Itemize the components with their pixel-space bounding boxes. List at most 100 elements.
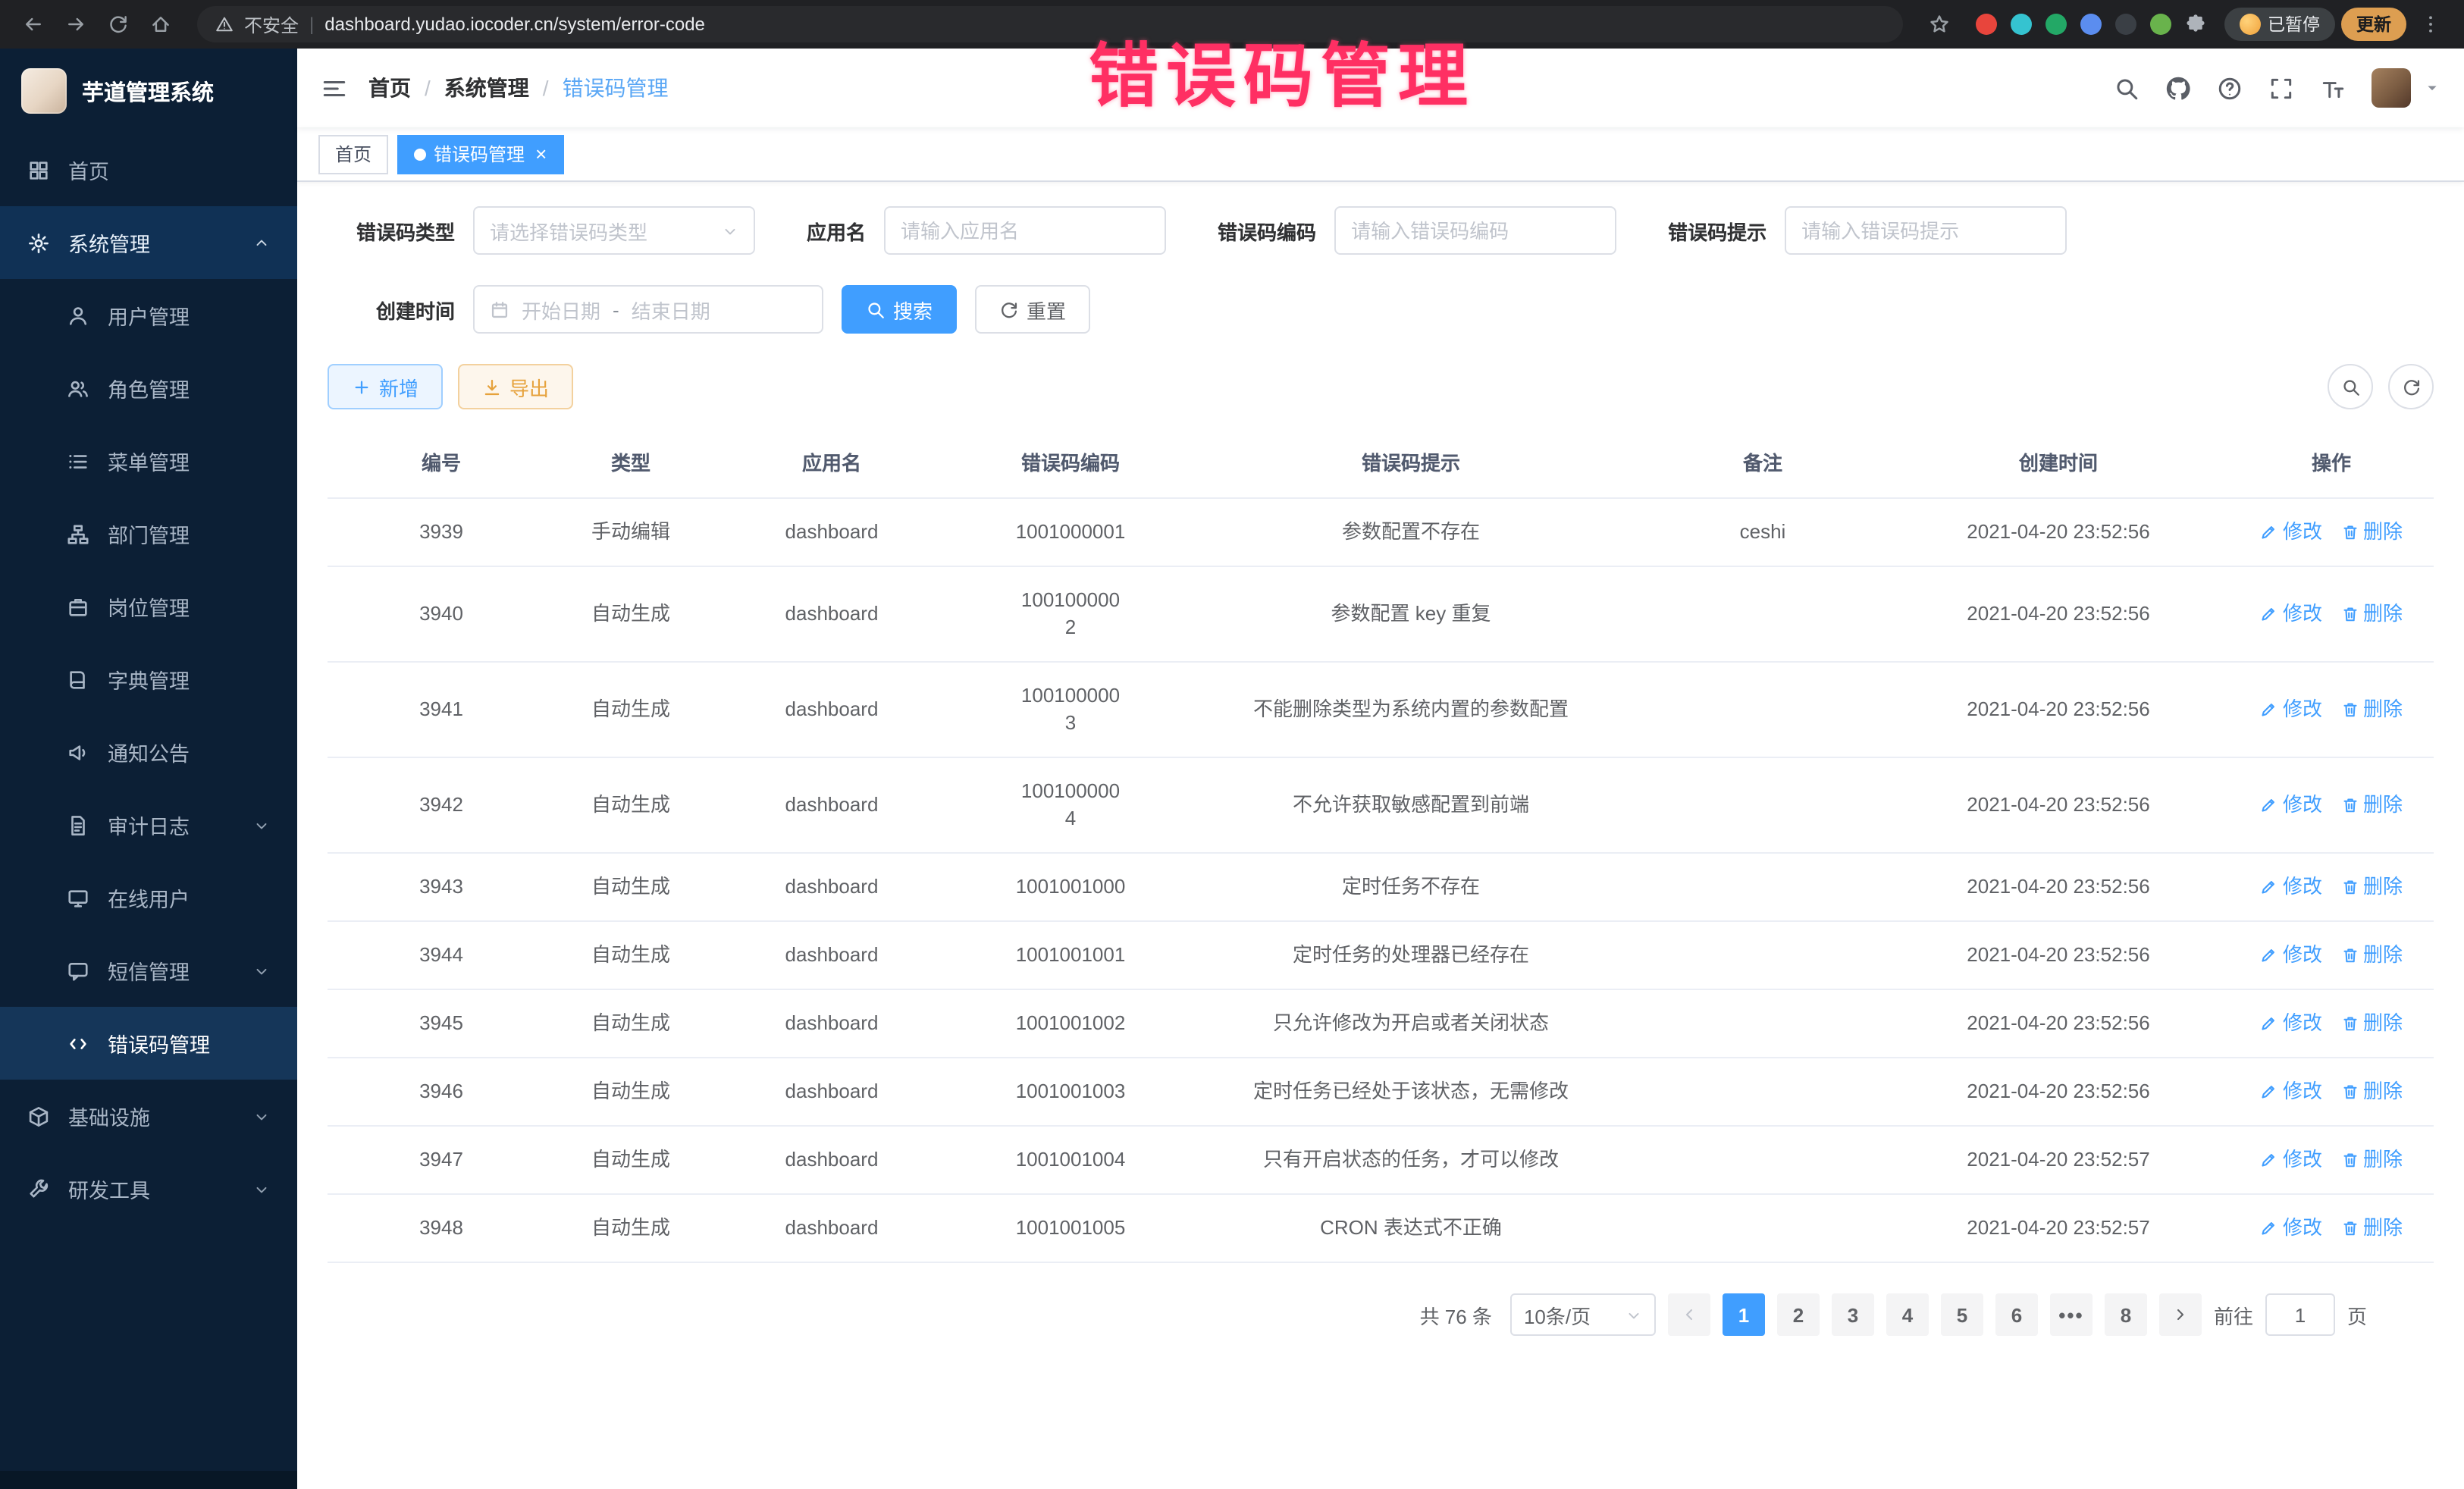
delete-link[interactable]: 删除 [2340,1215,2403,1242]
edit-link[interactable]: 修改 [2260,1078,2322,1105]
filter-date-range[interactable]: 开始日期 - 结束日期 [473,285,823,334]
edit-link[interactable]: 修改 [2260,1010,2322,1037]
page-button-6[interactable]: 6 [1995,1293,2038,1336]
sidebar-item-label: 基础设施 [68,1101,150,1131]
next-page-button[interactable] [2159,1293,2202,1336]
address-bar[interactable]: 不安全 | dashboard.yudao.iocoder.cn/system/… [197,6,1902,42]
delete-link[interactable]: 删除 [2340,519,2403,546]
show-search-button[interactable] [2328,364,2373,409]
browser-back-icon[interactable] [15,6,52,42]
sidebar-item-box[interactable]: 基础设施 [0,1080,297,1152]
sidebar-item-document[interactable]: 审计日志 [0,788,297,861]
filter-app-input[interactable] [884,206,1166,255]
extension-puzzle-icon[interactable] [2184,14,2205,35]
edit-link[interactable]: 修改 [2260,600,2322,628]
trash-icon [2340,946,2359,964]
page-ellipsis[interactable]: ••• [2050,1293,2093,1336]
sidebar-item-gear[interactable]: 系统管理 [0,206,297,279]
table-toolbar: 新增 导出 [328,364,2434,409]
tab-home[interactable]: 首页 [318,134,388,174]
sidebar-item-user[interactable]: 用户管理 [0,279,297,352]
sidebar-item-book[interactable]: 字典管理 [0,643,297,716]
browser-home-icon[interactable] [143,6,179,42]
sidebar-item-menu[interactable]: 菜单管理 [0,425,297,497]
edit-link[interactable]: 修改 [2260,519,2322,546]
reset-button[interactable]: 重置 [975,285,1090,334]
browser-forward-icon[interactable] [58,6,94,42]
logo[interactable]: 芋道管理系统 [0,49,297,133]
extension-blue-grid-icon[interactable] [2080,14,2101,35]
export-button[interactable]: 导出 [458,364,573,409]
page-size-select[interactable]: 10条/页 [1510,1293,1656,1336]
extension-leaf-icon[interactable] [2149,14,2171,35]
help-icon[interactable] [2217,75,2243,101]
page-button-4[interactable]: 4 [1886,1293,1929,1336]
page-button-8[interactable]: 8 [2105,1293,2147,1336]
delete-link[interactable]: 删除 [2340,873,2403,901]
sidebar-toggle-icon[interactable] [321,75,347,101]
menu-book-icon [67,668,89,691]
start-date-placeholder: 开始日期 [522,295,600,324]
edit-link[interactable]: 修改 [2260,942,2322,969]
delete-link[interactable]: 删除 [2340,942,2403,969]
breadcrumb-home[interactable]: 首页 [368,73,411,103]
sidebar-item-users[interactable]: 角色管理 [0,352,297,425]
sidebar-item-monitor[interactable]: 在线用户 [0,861,297,934]
navbar: 首页 / 系统管理 / 错误码管理 [297,49,2464,127]
filter-hint-input[interactable] [1785,206,2067,255]
search-button[interactable]: 搜索 [842,285,957,334]
sidebar-item-megaphone[interactable]: 通知公告 [0,716,297,788]
edit-link[interactable]: 修改 [2260,873,2322,901]
goto-page-input[interactable] [2265,1293,2335,1336]
extension-dark-icon[interactable] [2114,14,2136,35]
sidebar-item-code[interactable]: 错误码管理 [0,1007,297,1080]
font-size-icon[interactable] [2320,75,2346,101]
extension-red-icon[interactable] [1975,14,1996,35]
delete-link[interactable]: 删除 [2340,1010,2403,1037]
prev-page-button[interactable] [1668,1293,1710,1336]
browser-menu-icon[interactable] [2412,6,2449,42]
fullscreen-icon[interactable] [2268,75,2294,101]
sidebar-item-dashboard[interactable]: 首页 [0,133,297,206]
extension-teal-icon[interactable] [2010,14,2031,35]
delete-link[interactable]: 删除 [2340,1146,2403,1174]
extension-green-v-icon[interactable] [2045,14,2066,35]
github-icon[interactable] [2165,75,2191,101]
delete-link[interactable]: 删除 [2340,600,2403,628]
tab-close-icon[interactable]: × [535,143,547,165]
menu-menu-icon [67,450,89,472]
filter-code-input[interactable] [1334,206,1616,255]
trash-icon [2340,605,2359,623]
sidebar-item-badge[interactable]: 岗位管理 [0,570,297,643]
breadcrumb-system[interactable]: 系统管理 [444,73,529,103]
edit-link[interactable]: 修改 [2260,696,2322,723]
bookmark-star-icon[interactable] [1920,6,1957,42]
delete-link[interactable]: 删除 [2340,696,2403,723]
update-button[interactable]: 更新 [2341,8,2406,41]
edit-link[interactable]: 修改 [2260,1146,2322,1174]
search-icon[interactable] [2114,75,2140,101]
page-button-5[interactable]: 5 [1941,1293,1983,1336]
page-button-2[interactable]: 2 [1777,1293,1820,1336]
edit-link[interactable]: 修改 [2260,1215,2322,1242]
tab-error-code[interactable]: 错误码管理 × [397,134,563,174]
filter-time: 创建时间 开始日期 - 结束日期 [328,285,823,334]
profile-paused-badge[interactable]: 已暂停 [2224,8,2335,41]
user-avatar[interactable] [2372,68,2411,108]
sidebar-item-message[interactable]: 短信管理 [0,934,297,1007]
filter-type-select[interactable]: 请选择错误码类型 [473,206,755,255]
delete-link[interactable]: 删除 [2340,1078,2403,1105]
table-row: 3947自动生成dashboard1001001004只有开启状态的任务，才可以… [328,1127,2434,1195]
delete-link[interactable]: 删除 [2340,792,2403,819]
page-button-3[interactable]: 3 [1832,1293,1874,1336]
refresh-table-button[interactable] [2388,364,2434,409]
sidebar-item-tree[interactable]: 部门管理 [0,497,297,570]
sidebar-item-wrench[interactable]: 研发工具 [0,1152,297,1225]
edit-link[interactable]: 修改 [2260,792,2322,819]
add-button[interactable]: 新增 [328,364,443,409]
avatar-caret-down-icon[interactable] [2425,80,2440,96]
browser-reload-icon[interactable] [100,6,136,42]
table-row: 3942自动生成dashboard100100000 4不允许获取敏感配置到前端… [328,758,2434,854]
page-button-1[interactable]: 1 [1723,1293,1765,1336]
table-row: 3943自动生成dashboard1001001000定时任务不存在2021-0… [328,854,2434,922]
